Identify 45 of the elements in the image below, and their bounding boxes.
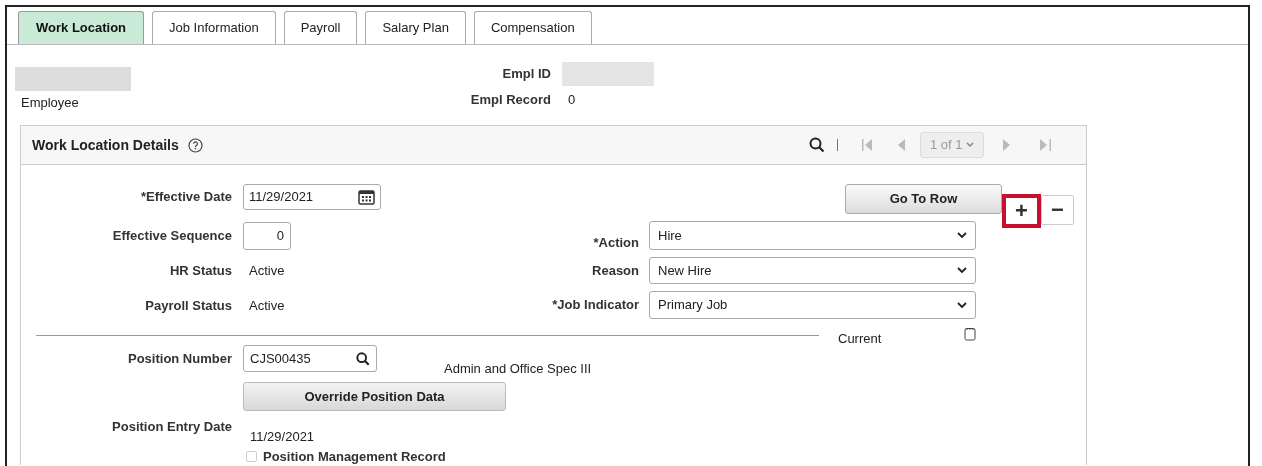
chevron-down-icon (957, 232, 967, 239)
field-value: 11/29/2021 (250, 428, 316, 446)
field-value: Active (249, 262, 285, 281)
field-label: Empl Record (469, 91, 551, 110)
chevron-down-icon (957, 301, 967, 309)
dropdown[interactable]: Hire (649, 221, 976, 250)
help-icon[interactable] (187, 137, 203, 153)
field-label: Reason (591, 261, 639, 280)
field-label: Effective Sequence (111, 227, 232, 246)
field-label: *Action (592, 233, 639, 252)
status-label: Current (838, 330, 882, 349)
date-field[interactable]: 11/29/2021 (243, 184, 381, 210)
tab[interactable]: Work Location (18, 11, 145, 44)
field-label: Position Entry Date (111, 418, 232, 436)
checkbox[interactable] (246, 450, 257, 462)
field-value: Active (249, 297, 285, 316)
tab[interactable]: Salary Plan (365, 11, 466, 44)
calendar-icon[interactable] (358, 189, 375, 205)
field-label: HR Status (168, 262, 232, 281)
field-label: *Job Indicator (551, 296, 639, 315)
tab[interactable]: Compensation (473, 11, 592, 44)
dropdown[interactable]: Primary Job (649, 291, 976, 319)
field-label: Position Number (127, 349, 232, 368)
search-icon[interactable] (808, 137, 825, 153)
field-label: *Effective Date (139, 188, 232, 207)
field-label: Payroll Status (144, 297, 232, 316)
chevron-down-icon (957, 267, 967, 274)
field-label: Employee (21, 94, 80, 112)
position-title: Admin and Office Spec III (444, 362, 592, 376)
add-row-button[interactable]: + (1002, 194, 1041, 228)
number-field[interactable]: 0 (243, 222, 291, 250)
override-position-data-button[interactable]: Override Position Data (243, 382, 506, 411)
field-value: 0 (568, 91, 576, 110)
tab[interactable]: Payroll (283, 11, 358, 44)
checkbox-label: Position Management Record (263, 447, 446, 466)
chevron-down-icon (965, 142, 974, 148)
position-number-field[interactable]: CJS00435 (243, 345, 377, 372)
delete-row-button[interactable]: − (1041, 195, 1074, 225)
go-to-row-button[interactable]: Go To Row (845, 184, 1002, 214)
tab[interactable]: Job Information (152, 11, 276, 44)
panel-title: Work Location Details (32, 135, 179, 155)
search-icon[interactable] (356, 351, 370, 366)
dropdown[interactable]: New Hire (649, 257, 976, 284)
notepad-icon[interactable] (964, 327, 977, 341)
field-label: Empl ID (501, 65, 551, 84)
